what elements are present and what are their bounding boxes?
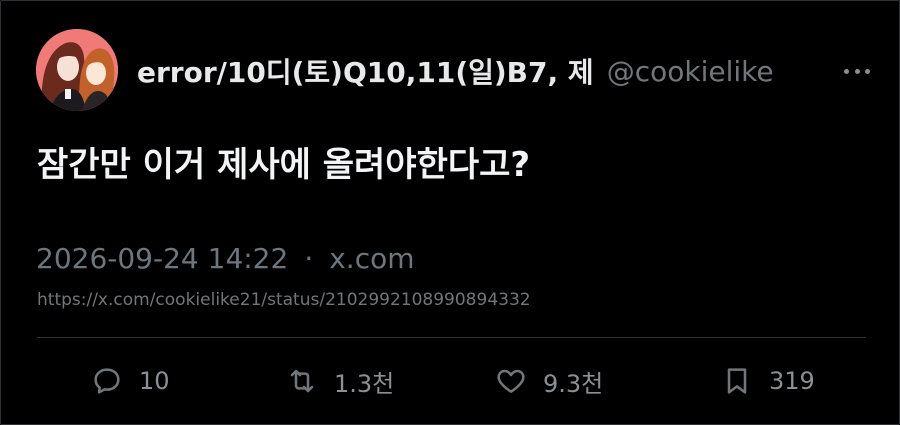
more-dot (865, 68, 870, 74)
reply-button[interactable]: 10 (91, 356, 170, 406)
action-bar: 10 1.3천 9.3천 319 (1, 356, 900, 406)
bookmark-count: 319 (769, 367, 815, 395)
like-button[interactable]: 9.3천 (495, 356, 603, 406)
user-handle[interactable]: @cookielike (607, 55, 774, 88)
tweet-timestamp[interactable]: 2026-09-24 14:22 (36, 242, 288, 275)
tweet-text: 잠간만 이거 제사에 올려야한다고? (37, 145, 531, 185)
retweet-count: 1.3천 (334, 369, 395, 398)
divider (37, 337, 866, 338)
avatar-image (36, 29, 118, 111)
tweet-url[interactable]: https://x.com/cookielike21/status/210299… (37, 290, 531, 310)
meta-separator: · (304, 242, 314, 275)
display-name[interactable]: error/10디(토)Q10,11(일)B7, 제 (137, 51, 594, 91)
retweet-icon (290, 369, 314, 393)
user-name-row: error/10디(토)Q10,11(일)B7, 제 @cookielike (137, 51, 827, 91)
avatar[interactable] (36, 29, 118, 111)
bookmark-button[interactable]: 319 (721, 356, 815, 406)
tweet-card: error/10디(토)Q10,11(일)B7, 제 @cookielike 잠… (0, 0, 900, 425)
tweet-source[interactable]: x.com (329, 242, 414, 275)
more-dot (844, 68, 849, 74)
bookmark-icon (727, 368, 747, 394)
more-dot (854, 68, 860, 74)
tweet-meta: 2026-09-24 14:22 · x.com (36, 242, 415, 275)
reply-icon (94, 368, 120, 394)
heart-icon (497, 369, 525, 393)
reply-count: 10 (139, 367, 170, 395)
more-horizontal-icon[interactable] (844, 67, 870, 75)
like-count: 9.3천 (543, 369, 604, 398)
retweet-button[interactable]: 1.3천 (286, 356, 394, 406)
